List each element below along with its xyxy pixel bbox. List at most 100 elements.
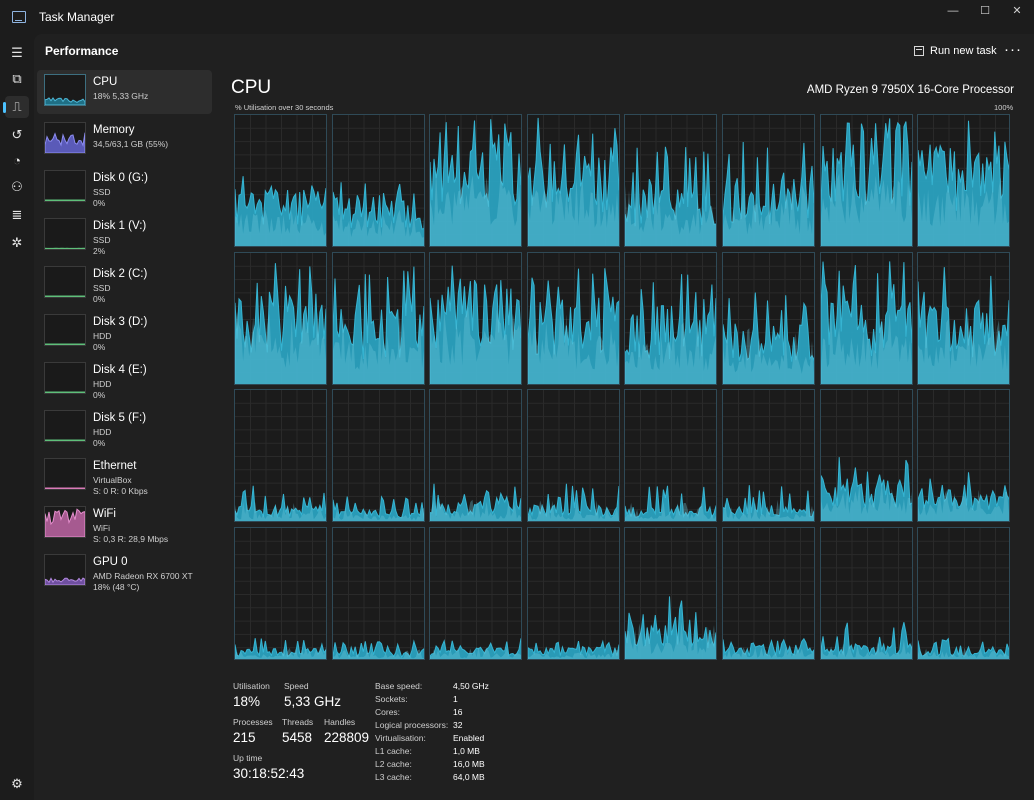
spec-value: 1 [453, 694, 458, 704]
cpu-core-graph-7 [917, 114, 1011, 247]
cpu-core-graph-30 [819, 526, 913, 660]
thumbnail-graph [45, 343, 85, 345]
resource-item-disk-2-c[interactable]: Disk 2 (C:) SSD 0% [37, 262, 212, 306]
resource-item-cpu[interactable]: CPU 18% 5,33 GHz [37, 70, 212, 114]
cpu-core-graph-10 [429, 251, 523, 385]
cpu-core-graph-4 [624, 114, 718, 247]
more-options-button[interactable]: ··· [1004, 41, 1022, 58]
run-new-task-button[interactable]: Run new task [914, 42, 997, 60]
resource-detail-secondary: 2% [93, 246, 106, 256]
thumbnail-graph [45, 247, 85, 249]
resource-detail: SSD [93, 283, 111, 293]
cpu-core-graphs [234, 114, 1016, 662]
cpu-model: AMD Ryzen 9 7950X 16-Core Processor [806, 84, 1014, 96]
run-task-icon [914, 46, 924, 56]
resource-detail-secondary: S: 0,3 R: 28,9 Mbps [93, 534, 169, 544]
spec-label: L1 cache: [375, 746, 412, 756]
cpu-core-graph-27 [526, 526, 620, 660]
cpu-core-graph-12 [624, 251, 718, 385]
resource-thumbnail [44, 74, 86, 106]
cpu-core-graph-31 [917, 526, 1011, 660]
users-icon[interactable]: ⚇ [5, 176, 29, 198]
thumbnail-graph [45, 97, 85, 105]
thumbnail-graph [45, 391, 85, 393]
page-title: Performance [45, 44, 119, 58]
app-history-icon[interactable]: ↺ [5, 124, 29, 146]
main-panel: Performance Run new task ··· CPU 18% 5,33… [34, 34, 1034, 800]
resource-item-gpu-0[interactable]: GPU 0 AMD Radeon RX 6700 XT 18% (48 °C) [37, 550, 212, 594]
cpu-core-graph-26 [429, 526, 523, 660]
cpu-core-graph-19 [526, 389, 620, 523]
thumbnail-series [45, 199, 85, 201]
resource-detail: HDD [93, 427, 112, 437]
resource-name: Disk 3 (D:) [93, 316, 148, 328]
processes-label: Processes [233, 717, 273, 727]
resource-item-wifi[interactable]: WiFi WiFi S: 0,3 R: 28,9 Mbps [37, 502, 212, 546]
cpu-core-graph-1 [331, 114, 425, 247]
thumbnail-graph [45, 199, 85, 201]
thumbnail-graph [45, 487, 85, 489]
thumbnail-series [45, 577, 85, 585]
startup-apps-icon[interactable]: ◔ [5, 150, 29, 172]
resource-detail-secondary: 0% [93, 198, 106, 208]
title-bar[interactable]: Task Manager — ☐ ✕ [0, 0, 1034, 34]
thumbnail-series [45, 97, 85, 105]
hamburger-menu-icon[interactable]: ☰ [5, 42, 29, 64]
spec-value: 1,0 MB [453, 746, 480, 756]
thumbnail-series [45, 295, 85, 297]
spec-value: Enabled [453, 733, 485, 743]
resource-detail: SSD [93, 187, 111, 197]
spec-label: Sockets: [375, 694, 408, 704]
resource-thumbnail [44, 170, 86, 202]
spec-label: Base speed: [375, 681, 423, 691]
resource-thumbnail [44, 314, 86, 346]
minimize-button[interactable]: — [937, 0, 969, 24]
cpu-core-graph-25 [331, 526, 425, 660]
cpu-core-graph-9 [331, 251, 425, 385]
close-button[interactable]: ✕ [1001, 0, 1033, 24]
resource-item-disk-1-v[interactable]: Disk 1 (V:) SSD 2% [37, 214, 212, 258]
spec-label: Virtualisation: [375, 733, 426, 743]
settings-icon[interactable]: ⚙ [5, 773, 29, 795]
resource-item-disk-4-e[interactable]: Disk 4 (E:) HDD 0% [37, 358, 212, 402]
resource-item-memory[interactable]: Memory 34,5/63,1 GB (55%) [37, 118, 212, 162]
resource-detail-secondary: 18% (48 °C) [93, 582, 140, 592]
threads-label: Threads [282, 717, 314, 727]
spec-label: Cores: [375, 707, 401, 717]
resource-name: Disk 4 (E:) [93, 364, 147, 376]
services-icon[interactable]: ✲ [5, 232, 29, 254]
cpu-core-graph-22 [819, 389, 913, 523]
window-title: Task Manager [39, 10, 115, 24]
resource-detail-secondary: S: 0 R: 0 Kbps [93, 486, 148, 496]
thumbnail-graph [45, 295, 85, 297]
spec-value: 64,0 MB [453, 772, 485, 782]
thumbnail-graph [45, 577, 85, 585]
spec-label: L2 cache: [375, 759, 412, 769]
cpu-core-graph-13 [722, 251, 815, 385]
spec-label: Logical processors: [375, 720, 449, 730]
processes-icon[interactable]: ⧉ [5, 68, 29, 90]
processes-value: 215 [233, 730, 256, 745]
details-icon[interactable]: ≣ [5, 204, 29, 226]
resource-item-disk-5-f[interactable]: Disk 5 (F:) HDD 0% [37, 406, 212, 450]
thumbnail-series [45, 247, 85, 249]
resource-item-disk-0-g[interactable]: Disk 0 (G:) SSD 0% [37, 166, 212, 210]
resource-name: Memory [93, 124, 135, 136]
performance-icon[interactable]: ⎍ [3, 96, 29, 118]
spec-value: 32 [453, 720, 463, 730]
resource-item-ethernet[interactable]: Ethernet VirtualBox S: 0 R: 0 Kbps [37, 454, 212, 498]
handles-value: 228809 [324, 730, 370, 745]
resource-detail-secondary: 0% [93, 342, 106, 352]
resource-name: GPU 0 [93, 556, 128, 568]
navigation-rail: ☰ ⧉ ⎍ ↺ ◔ ⚇ ≣ ✲ ⚙ [0, 34, 34, 800]
spec-value: 16,0 MB [453, 759, 485, 769]
threads-value: 5458 [282, 730, 313, 745]
resource-item-disk-3-d[interactable]: Disk 3 (D:) HDD 0% [37, 310, 212, 354]
thumbnail-series [45, 439, 85, 441]
resource-thumbnail [44, 554, 86, 586]
cpu-core-graph-2 [429, 114, 523, 247]
cpu-core-graph-14 [819, 251, 913, 385]
resource-name: CPU [93, 76, 118, 88]
maximize-button[interactable]: ☐ [969, 0, 1001, 24]
graph-max-label: 100% [994, 103, 1014, 112]
